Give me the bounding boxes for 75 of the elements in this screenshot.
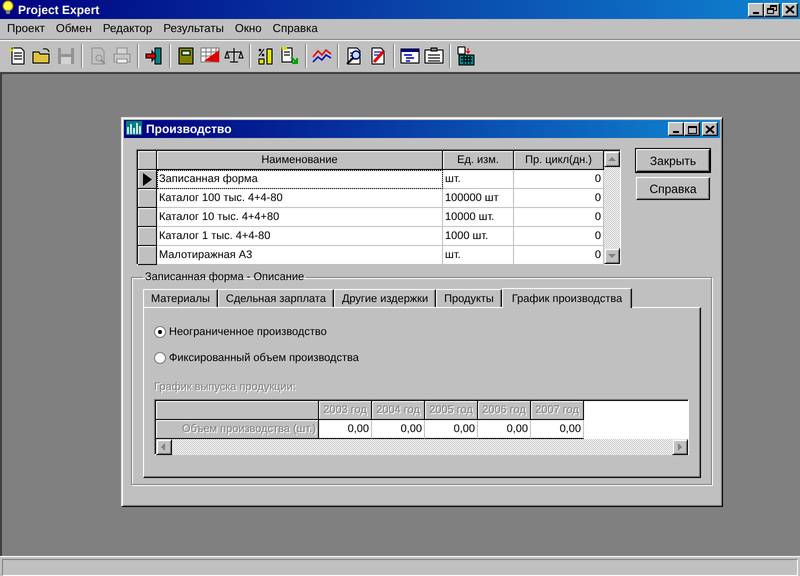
menu-item[interactable]: Редактор xyxy=(98,23,158,35)
scroll-left-button[interactable] xyxy=(156,439,172,455)
minimize-button[interactable] xyxy=(748,2,764,16)
maximize-button[interactable] xyxy=(684,122,700,136)
radio-button[interactable] xyxy=(154,326,166,338)
close-icon xyxy=(705,124,715,134)
column-header: 2005 год xyxy=(425,401,478,420)
table-cell: Малотиражная А3 xyxy=(157,246,443,265)
scroll-down-button[interactable] xyxy=(604,248,620,264)
row-header: Объем производства (шт.) xyxy=(156,420,319,439)
dialog-button[interactable]: Закрыть xyxy=(636,149,710,172)
minimize-icon xyxy=(673,131,679,133)
bar-chart-icon xyxy=(126,120,142,138)
column-header[interactable]: Наименование xyxy=(157,151,443,170)
window-list-icon[interactable] xyxy=(400,46,420,66)
table-cell: шт. xyxy=(443,170,514,189)
table-cell: 1000 шт. xyxy=(443,227,514,246)
table-cell: 10000 шт. xyxy=(443,208,514,227)
tab[interactable]: Другие издержки xyxy=(334,289,436,307)
row-indicator[interactable] xyxy=(138,246,157,265)
menu-item[interactable]: Справка xyxy=(268,23,324,35)
tab[interactable]: Сдельная зарплата xyxy=(218,289,334,307)
window-title: Производство xyxy=(146,122,232,136)
minimize-button[interactable] xyxy=(668,122,684,136)
table-cell: Записанная форма xyxy=(157,170,443,189)
close-button[interactable] xyxy=(782,2,798,16)
document-arrow-icon[interactable] xyxy=(280,46,300,66)
table-cell: 100000 шт xyxy=(443,189,514,208)
table-cell: шт. xyxy=(443,246,514,265)
door-arrow-icon[interactable] xyxy=(144,46,164,66)
column-header: 2006 год xyxy=(478,401,531,420)
column-header: 2003 год xyxy=(319,401,372,420)
up-arrow-icon xyxy=(607,155,617,163)
column-header: 2007 год xyxy=(531,401,584,420)
table-cell: Каталог 1 тыс. 4+4-80 xyxy=(157,227,443,246)
radio-label[interactable]: Фиксированный объем производства xyxy=(169,352,359,364)
clipboard-icon[interactable] xyxy=(424,46,444,66)
row-header xyxy=(138,151,157,170)
column-header[interactable]: Ед. изм. xyxy=(443,151,514,170)
table-cell: Каталог 10 тыс. 4+4+80 xyxy=(157,208,443,227)
minimize-icon xyxy=(753,12,759,14)
section-label: График выпуска продукции: xyxy=(154,381,297,395)
column-header[interactable]: Пр. цикл(дн.) xyxy=(514,151,604,170)
tab[interactable]: Продукты xyxy=(436,289,502,307)
row-indicator[interactable] xyxy=(138,170,157,189)
table-cell: Каталог 100 тыс. 4+4-80 xyxy=(157,189,443,208)
window-title: Project Expert xyxy=(18,2,100,16)
horizontal-scrollbar[interactable] xyxy=(156,439,688,455)
radio-label[interactable]: Неограниченное производство xyxy=(169,326,327,338)
dialog-button[interactable]: Справка xyxy=(636,177,710,200)
menu-item[interactable]: Проект xyxy=(2,23,51,35)
maximize-icon xyxy=(687,124,697,134)
radio-button[interactable] xyxy=(154,352,166,364)
column-header: 2004 год xyxy=(372,401,425,420)
tab[interactable]: График производства xyxy=(502,288,632,308)
folder-icon[interactable] xyxy=(32,46,52,66)
restore-icon xyxy=(767,5,777,14)
group-title: Записанная форма - Описание xyxy=(144,271,306,283)
scroll-right-button[interactable] xyxy=(672,439,688,455)
row-indicator[interactable] xyxy=(138,189,157,208)
scroll-up-button[interactable] xyxy=(604,151,620,167)
calculator-icon[interactable] xyxy=(456,46,476,66)
down-arrow-icon xyxy=(607,252,617,260)
notebook-icon[interactable] xyxy=(176,46,196,66)
close-icon xyxy=(785,5,795,14)
restore-button[interactable] xyxy=(764,2,780,16)
row-indicator[interactable] xyxy=(138,227,157,246)
tab[interactable]: Материалы xyxy=(143,289,218,307)
vertical-scrollbar[interactable] xyxy=(604,151,620,264)
right-arrow-icon xyxy=(675,443,685,451)
menu-item[interactable]: Окно xyxy=(230,23,268,35)
close-button[interactable] xyxy=(702,122,718,136)
menu-item[interactable]: Результаты xyxy=(158,23,230,35)
row-indicator[interactable] xyxy=(138,208,157,227)
menu-item[interactable]: Обмен xyxy=(50,23,98,35)
